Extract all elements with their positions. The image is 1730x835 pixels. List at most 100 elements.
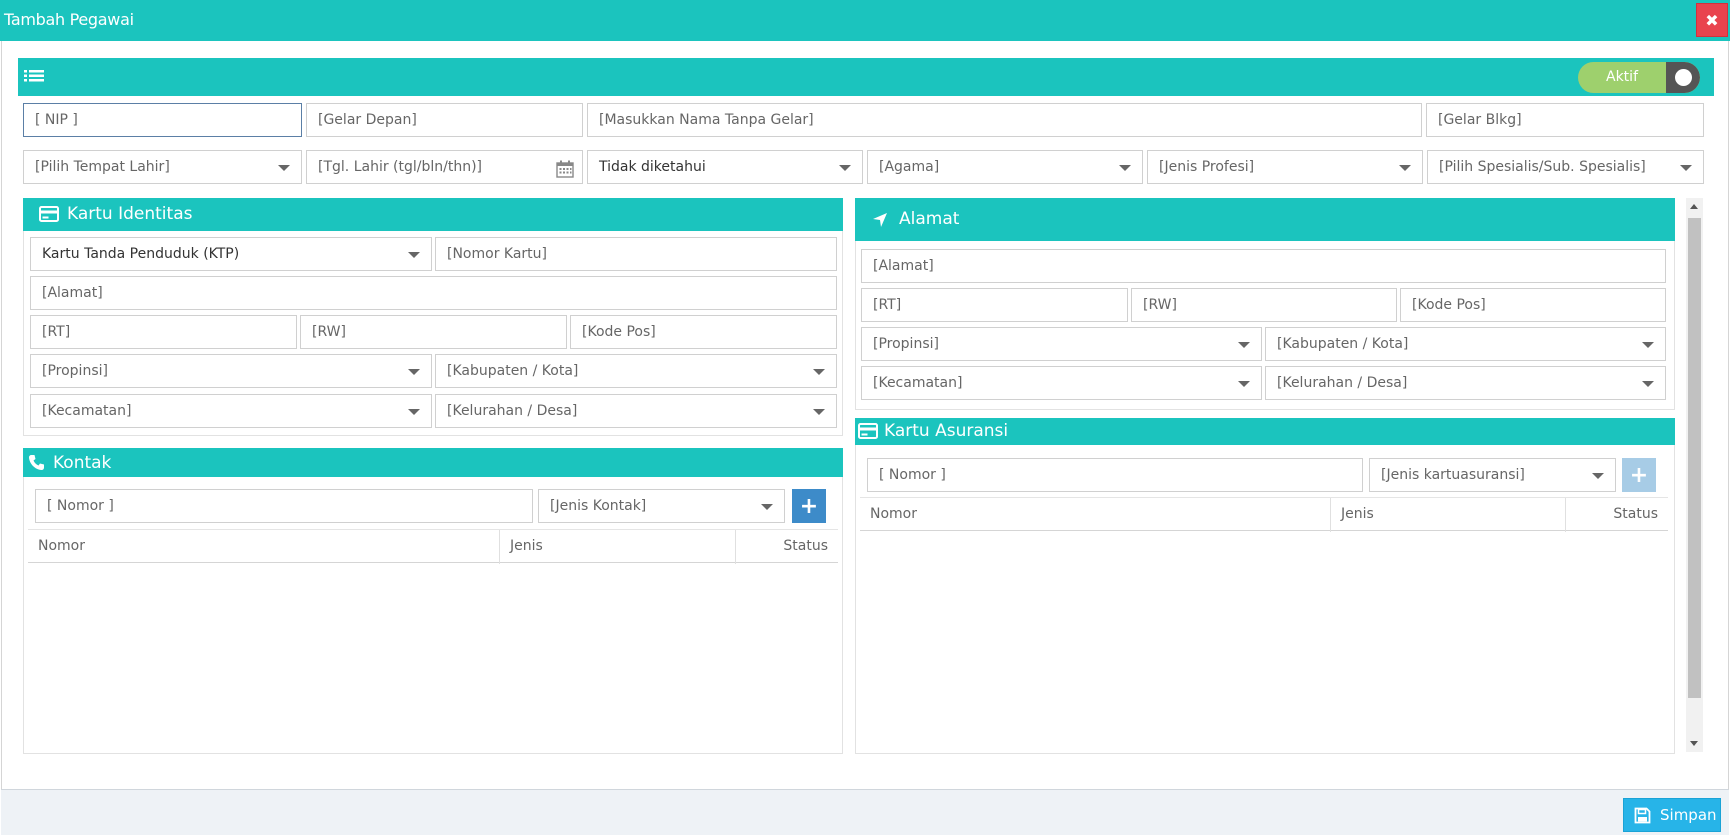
jenis-kelamin-select[interactable]: Tidak diketahui [587,150,863,184]
ki-rt-input[interactable]: [RT] [30,315,297,349]
chevron-down-icon [813,369,825,375]
location-arrow-icon [872,212,888,233]
ki-kode-pos-input[interactable]: [Kode Pos] [570,315,837,349]
nama-input[interactable]: [Masukkan Nama Tanpa Gelar] [587,103,1422,137]
kontak-table-header: Nomor Jenis Status [28,529,838,564]
kontak-col-jenis[interactable]: Jenis [500,530,736,564]
jenis-asuransi-select[interactable]: [Jenis kartuasuransi] [1369,458,1616,492]
agama-value: [Agama] [879,159,940,175]
alamat-rw-input[interactable]: [RW] [1131,288,1397,322]
chevron-down-icon [761,504,773,510]
jenis-profesi-value: [Jenis Profesi] [1159,159,1255,175]
calendar-icon[interactable] [556,158,574,183]
asuransi-col-status[interactable]: Status [1566,498,1668,532]
spesialis-value: [Pilih Spesialis/Sub. Spesialis] [1439,159,1646,175]
chevron-down-icon [1642,342,1654,348]
alamat-propinsi-value: [Propinsi] [873,336,939,352]
tempat-lahir-value: [Pilih Tempat Lahir] [35,159,170,175]
ki-propinsi-value: [Propinsi] [42,363,108,379]
alamat-kecamatan-select[interactable]: [Kecamatan] [861,366,1262,400]
save-button[interactable]: Simpan [1623,798,1721,832]
kartu-identitas-header: Kartu Identitas [23,198,843,231]
chevron-down-icon [839,165,851,171]
toggle-knob-area [1666,62,1700,93]
add-asuransi-button[interactable]: + [1622,458,1656,492]
asuransi-col-nomor[interactable]: Nomor [860,498,1331,532]
alamat-kabupaten-value: [Kabupaten / Kota] [1277,336,1409,352]
ki-kabupaten-select[interactable]: [Kabupaten / Kota] [435,354,837,388]
chevron-down-icon [1238,381,1250,387]
close-button[interactable]: ✖ [1696,3,1728,37]
ki-kecamatan-value: [Kecamatan] [42,403,132,419]
kartu-asuransi-title: Kartu Asuransi [884,421,1009,441]
spesialis-select[interactable]: [Pilih Spesialis/Sub. Spesialis] [1427,150,1704,184]
alamat-header: Alamat [855,198,1675,241]
kontak-header: Kontak [23,448,843,477]
nomor-kartu-input[interactable]: [Nomor Kartu] [435,237,837,271]
jenis-kelamin-value: Tidak diketahui [599,159,706,175]
gelar-belakang-input[interactable]: [Gelar Blkg] [1426,103,1704,137]
close-icon: ✖ [1705,10,1719,30]
modal-titlebar: Tambah Pegawai ✖ [0,0,1730,41]
kontak-col-status[interactable]: Status [736,530,838,564]
ki-propinsi-select[interactable]: [Propinsi] [30,354,432,388]
scroll-up-icon[interactable] [1690,204,1698,209]
chevron-down-icon [1119,165,1131,171]
ki-kelurahan-select[interactable]: [Kelurahan / Desa] [435,394,837,428]
ki-kecamatan-select[interactable]: [Kecamatan] [30,394,432,428]
toggle-knob [1675,69,1692,86]
ki-kabupaten-value: [Kabupaten / Kota] [447,363,579,379]
jenis-kontak-value: [Jenis Kontak] [550,498,647,514]
alamat-kelurahan-value: [Kelurahan / Desa] [1277,375,1408,391]
asuransi-table-header: Nomor Jenis Status [860,497,1668,532]
asuransi-nomor-input[interactable]: [ Nomor ] [867,458,1363,492]
chevron-down-icon [1592,473,1604,479]
ki-alamat-input[interactable]: [Alamat] [30,276,837,310]
gelar-depan-input[interactable]: [Gelar Depan] [306,103,583,137]
add-kontak-button[interactable]: + [792,489,826,523]
kontak-title: Kontak [53,453,112,473]
phone-icon [28,454,45,476]
agama-select[interactable]: [Agama] [867,150,1143,184]
tgl-lahir-placeholder: [Tgl. Lahir (tgl/bln/thn)] [318,159,483,175]
alamat-kecamatan-value: [Kecamatan] [873,375,963,391]
chevron-down-icon [1642,381,1654,387]
alamat-title: Alamat [899,209,960,229]
jenis-kartu-value: Kartu Tanda Penduduk (KTP) [42,246,240,262]
vertical-scrollbar[interactable] [1686,198,1703,752]
form-header-bar: Aktif [18,58,1714,96]
list-icon [24,69,44,89]
alamat-kode-pos-input[interactable]: [Kode Pos] [1400,288,1666,322]
chevron-down-icon [408,369,420,375]
kontak-col-nomor[interactable]: Nomor [28,530,500,564]
alamat-kabupaten-select[interactable]: [Kabupaten / Kota] [1265,327,1666,361]
alamat-propinsi-select[interactable]: [Propinsi] [861,327,1262,361]
kontak-nomor-input[interactable]: [ Nomor ] [35,489,533,523]
jenis-kontak-select[interactable]: [Jenis Kontak] [538,489,785,523]
ki-rw-input[interactable]: [RW] [300,315,567,349]
credit-card-icon [39,206,59,227]
status-toggle[interactable]: Aktif [1578,62,1700,93]
tgl-lahir-input[interactable]: [Tgl. Lahir (tgl/bln/thn)] [306,150,583,184]
kartu-asuransi-header: Kartu Asuransi [855,418,1675,445]
scroll-down-icon[interactable] [1690,741,1698,746]
chevron-down-icon [1399,165,1411,171]
chevron-down-icon [1238,342,1250,348]
chevron-down-icon [278,165,290,171]
asuransi-col-jenis[interactable]: Jenis [1331,498,1566,532]
chevron-down-icon [1680,165,1692,171]
scrollbar-thumb[interactable] [1688,218,1701,698]
credit-card-icon [858,423,878,444]
plus-icon: + [1629,462,1649,488]
tempat-lahir-select[interactable]: [Pilih Tempat Lahir] [23,150,302,184]
nip-input[interactable]: [ NIP ] [23,103,302,137]
status-toggle-label: Aktif [1606,69,1638,85]
alamat-kelurahan-select[interactable]: [Kelurahan / Desa] [1265,366,1666,400]
alamat-rt-input[interactable]: [RT] [861,288,1128,322]
chevron-down-icon [813,409,825,415]
chevron-down-icon [408,252,420,258]
jenis-kartu-select[interactable]: Kartu Tanda Penduduk (KTP) [30,237,432,271]
alamat-input[interactable]: [Alamat] [861,249,1666,283]
jenis-profesi-select[interactable]: [Jenis Profesi] [1147,150,1423,184]
floppy-disk-icon [1634,807,1651,828]
